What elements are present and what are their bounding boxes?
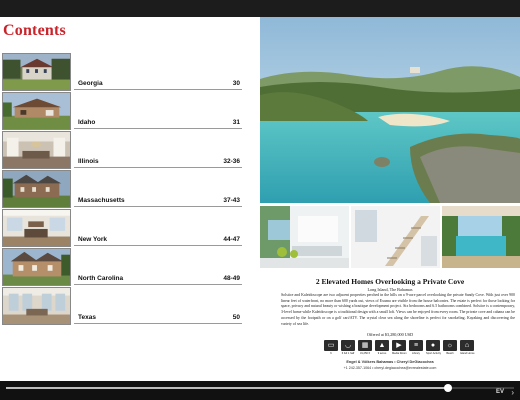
page-indicator: EV: [495, 389, 504, 395]
progress-handle[interactable]: [443, 384, 452, 392]
next-page-icon[interactable]: ›: [511, 388, 514, 397]
toc-state-label: Texas: [78, 314, 96, 321]
toc-entry-new-york[interactable]: New York 44-47: [2, 209, 242, 247]
toc-page-number: 30: [232, 80, 240, 87]
amenity-label: 9 acres: [377, 352, 387, 355]
toc-page-number: 32-36: [223, 158, 240, 165]
media-room-icon: ▶ Media Room: [392, 340, 407, 355]
amenity-label: 31,250 ft: [359, 352, 371, 355]
viewer-top-strip: [0, 0, 520, 17]
island-icon: ⌂ Island Home: [460, 340, 475, 355]
thumbnail-photo: [2, 170, 71, 208]
thumbnail-photo: [2, 131, 71, 169]
thumbnail-photo: [2, 248, 71, 286]
toc-rule: [74, 167, 242, 168]
toc-page-number: 48-49: [223, 275, 240, 282]
toc-entry-north-carolina[interactable]: North Carolina 48-49: [2, 248, 242, 286]
toc-rule: [74, 284, 242, 285]
contents-page: Contents Georgia 30 Idaho 31 Illinois 32…: [0, 17, 260, 381]
thumbnail-photo: [2, 287, 71, 325]
toc-state-label: Illinois: [78, 158, 99, 165]
toc-rule: [74, 128, 242, 129]
amenity-label: 6: [330, 352, 332, 355]
amenity-label: Sport Activity: [426, 352, 441, 355]
toc-state-label: Georgia: [78, 80, 103, 87]
toc-rule: [74, 89, 242, 90]
progress-track[interactable]: [6, 384, 514, 392]
toc-page-number: 37-43: [223, 197, 240, 204]
listing-description: Solstice and Kaleidoscope are two adjace…: [281, 293, 515, 326]
toc-page-number: 31: [232, 119, 240, 126]
toc-state-label: Idaho: [78, 119, 96, 126]
toc-entry-georgia[interactable]: Georgia 30: [2, 53, 242, 91]
stairway-photo: [351, 206, 440, 268]
amenity-label: Beach: [446, 352, 454, 355]
land-icon: ▲ 9 acres: [375, 340, 389, 355]
toc-page-number: 50: [232, 314, 240, 321]
toc-state-label: New York: [78, 236, 108, 243]
toc-rule: [74, 245, 242, 246]
bath-icon: ◡ 6 full 1 half: [341, 340, 355, 355]
thumbnail-photo: [2, 53, 71, 91]
toc-state-label: Massachusetts: [78, 197, 125, 204]
magazine-spread: Contents Georgia 30 Idaho 31 Illinois 32…: [0, 17, 520, 381]
toc-state-label: North Carolina: [78, 275, 124, 282]
toc-rule: [74, 206, 242, 207]
amenity-label: Library: [412, 352, 420, 355]
amenity-icons: ▭ 6 ◡ 6 full 1 half ▦ 31,250 ft ▲ 9 acre…: [324, 340, 475, 360]
agent-name: Engel & Völkers Bahamas • Cheryl DeGiaco…: [346, 360, 434, 364]
agent-contact[interactable]: +1 242-357-1064 • cheryl.degiacochea@evr…: [260, 366, 520, 370]
library-icon: ≡ Library: [409, 340, 423, 355]
toc-entry-idaho[interactable]: Idaho 31: [2, 92, 242, 130]
toc-page-number: 44-47: [223, 236, 240, 243]
thumbnail-photo: [2, 92, 71, 130]
progress-fill: [6, 387, 448, 389]
amenity-label: Island Home: [460, 352, 475, 355]
contents-title: Contents: [3, 22, 66, 39]
listing-page: 2 Elevated Homes Overlooking a Private C…: [260, 17, 520, 381]
listing-title: 2 Elevated Homes Overlooking a Private C…: [315, 277, 465, 286]
beach-icon: ☼ Beach: [443, 340, 457, 355]
toc-entry-illinois[interactable]: Illinois 32-36: [2, 131, 242, 169]
amenity-label: 6 full 1 half: [341, 352, 355, 355]
listing-location: Long Island, The Bahamas: [367, 287, 413, 292]
amenity-label: Media Room: [392, 352, 407, 355]
bed-icon: ▭ 6: [324, 340, 338, 355]
magazine-viewer: Contents Georgia 30 Idaho 31 Illinois 32…: [0, 0, 520, 400]
toc-entry-massachusetts[interactable]: Massachusetts 37-43: [2, 170, 242, 208]
viewer-control-bar: EV ›: [0, 381, 520, 400]
sport-icon: ● Sport Activity: [426, 340, 441, 355]
toc-rule: [74, 323, 242, 324]
living-room-photo: [260, 206, 349, 268]
thumbnail-photo: [2, 209, 71, 247]
area-icon: ▦ 31,250 ft: [358, 340, 372, 355]
toc-entry-texas[interactable]: Texas 50: [2, 287, 242, 325]
pool-deck-photo: [442, 206, 520, 268]
hero-photo: [260, 17, 520, 203]
listing-price: Offered at $3,280,000 USD: [366, 332, 414, 337]
